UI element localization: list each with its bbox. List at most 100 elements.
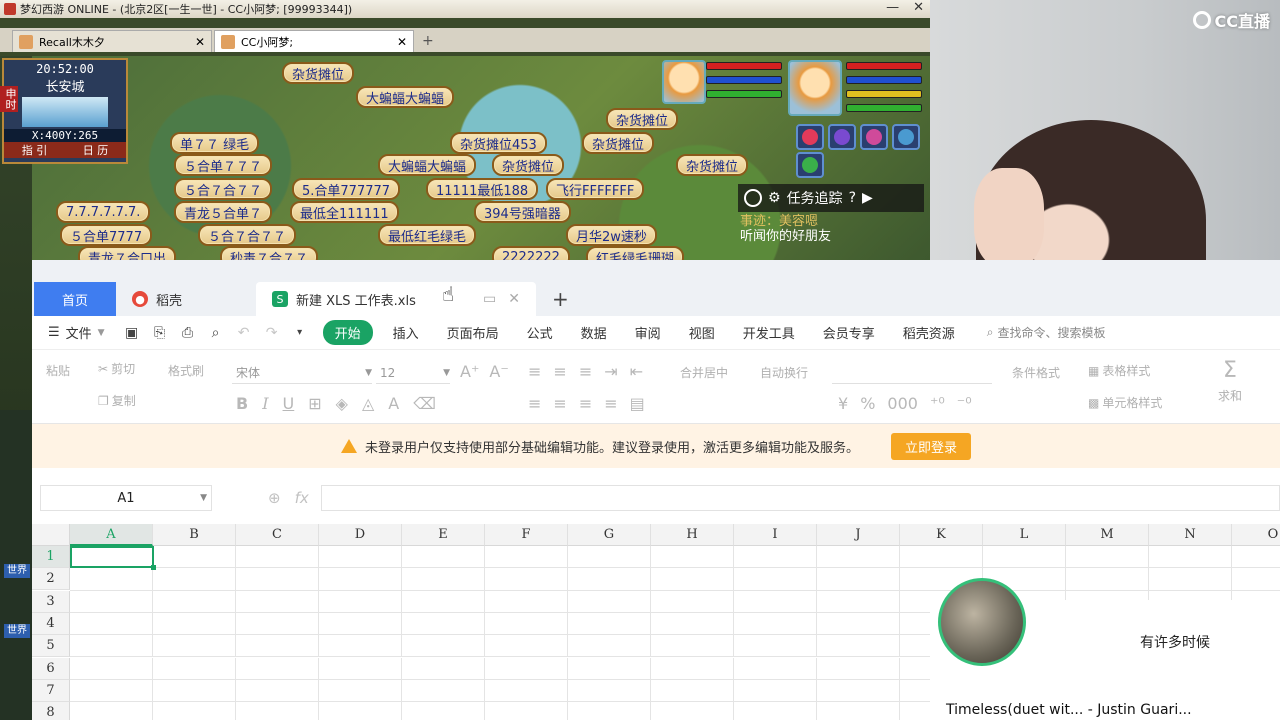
tab-home[interactable]: 首页 xyxy=(34,282,116,316)
stall-sign[interactable]: 青龙５合单７ xyxy=(174,201,273,223)
font-family-select[interactable]: 宋体 ▼ xyxy=(232,362,372,384)
close-icon[interactable]: ✕ xyxy=(913,0,924,15)
tab-insert[interactable]: 插入 xyxy=(379,320,433,345)
sheet-cell[interactable] xyxy=(485,546,568,569)
sheet-cell[interactable] xyxy=(651,568,734,591)
buff-icon[interactable] xyxy=(892,124,920,150)
border-icon[interactable]: ⊞ xyxy=(308,394,321,413)
format-painter-button[interactable]: 格式刷 xyxy=(168,358,204,379)
sheet-cell[interactable] xyxy=(319,635,402,658)
sheet-cell[interactable] xyxy=(817,590,900,613)
sheet-cell[interactable] xyxy=(568,568,651,591)
sheet-cell[interactable] xyxy=(1066,568,1149,591)
column-header[interactable]: O xyxy=(1232,524,1280,546)
sheet-cell[interactable] xyxy=(734,657,817,680)
stall-sign[interactable]: 杂货摊位 xyxy=(492,154,565,176)
sheet-cell[interactable] xyxy=(236,702,319,720)
sheet-cell[interactable] xyxy=(236,590,319,613)
column-header[interactable]: K xyxy=(900,524,983,546)
row-header[interactable]: 1 xyxy=(32,546,70,568)
sheet-cell[interactable] xyxy=(319,590,402,613)
sheet-cell[interactable] xyxy=(734,590,817,613)
sheet-cell[interactable] xyxy=(236,635,319,658)
row-header[interactable]: 2 xyxy=(32,568,70,591)
close-icon[interactable]: ✕ xyxy=(195,35,205,49)
sheet-cell[interactable] xyxy=(817,568,900,591)
align-middle-icon[interactable]: ≡ xyxy=(553,362,566,381)
stall-sign[interactable]: 单７７ 绿毛 xyxy=(170,132,260,154)
tab-member[interactable]: 会员专享 xyxy=(809,320,889,345)
cut-button[interactable]: ✂ 剪切 xyxy=(98,360,135,377)
sheet-cell[interactable] xyxy=(153,590,236,613)
decimal-decrease-icon[interactable]: ⁻⁰ xyxy=(957,394,972,413)
sheet-cell[interactable] xyxy=(817,635,900,658)
stall-sign[interactable]: 5.合单777777 xyxy=(292,178,401,200)
distribute-icon[interactable]: ▤ xyxy=(630,394,645,413)
new-tab-button[interactable]: + xyxy=(416,33,440,52)
quest-tracker[interactable]: ⚙ 任务追踪 ? ▶ xyxy=(738,184,924,212)
sheet-cell[interactable] xyxy=(734,568,817,591)
align-top-icon[interactable]: ≡ xyxy=(528,362,541,381)
stall-sign[interactable]: 大蝙蝠大蝙蝠 xyxy=(356,86,455,108)
sheet-cell[interactable] xyxy=(817,679,900,703)
tab-developer[interactable]: 开发工具 xyxy=(729,320,809,345)
sheet-cell[interactable] xyxy=(1232,568,1280,591)
bold-icon[interactable]: B xyxy=(236,394,248,413)
align-center-icon[interactable]: ≡ xyxy=(553,394,566,413)
pet-portrait[interactable] xyxy=(662,60,706,104)
sheet-cell[interactable] xyxy=(817,657,900,680)
sheet-cell[interactable] xyxy=(568,546,651,569)
tab-page-layout[interactable]: 页面布局 xyxy=(433,320,513,345)
buff-icon[interactable] xyxy=(796,152,824,178)
sheet-cell[interactable] xyxy=(153,657,236,680)
stall-sign[interactable]: 7.7.7.7.7.7. xyxy=(56,201,151,223)
column-header[interactable]: E xyxy=(402,524,485,546)
stall-sign[interactable]: 杂货摊位 xyxy=(676,154,749,176)
close-icon[interactable]: ✕ xyxy=(508,291,520,307)
sheet-cell[interactable] xyxy=(568,612,651,636)
guide-link[interactable]: 指 引 xyxy=(22,142,48,158)
stall-sign[interactable]: ５合单7777 xyxy=(60,224,153,246)
sheet-cell[interactable] xyxy=(817,702,900,720)
outdent-icon[interactable]: ⇤ xyxy=(630,362,643,381)
stall-sign[interactable]: 月华2w速秒 xyxy=(566,224,657,246)
stall-sign[interactable]: 394号强暗器 xyxy=(474,201,571,223)
sheet-cell[interactable] xyxy=(153,568,236,591)
wrap-text-button[interactable]: 自动换行 xyxy=(760,360,808,381)
fill-color-icon[interactable]: ◈ xyxy=(336,394,348,413)
sheet-cell[interactable] xyxy=(236,612,319,636)
sheet-cell[interactable] xyxy=(983,546,1066,569)
sheet-cell[interactable] xyxy=(734,546,817,569)
tab-daoke[interactable]: ● 稻壳 xyxy=(116,282,256,316)
stall-sign[interactable]: 11111最低188 xyxy=(426,178,539,200)
help-icon[interactable]: ? xyxy=(849,190,856,206)
conditional-format-button[interactable]: 条件格式 xyxy=(1012,360,1060,381)
increase-font-icon[interactable]: A⁺ xyxy=(460,362,479,381)
minimize-icon[interactable]: — xyxy=(886,0,899,15)
decimal-increase-icon[interactable]: ⁺⁰ xyxy=(930,394,945,413)
tab-formulas[interactable]: 公式 xyxy=(513,320,567,345)
sheet-cell[interactable] xyxy=(402,657,485,680)
sheet-cell[interactable] xyxy=(568,657,651,680)
sheet-cell[interactable] xyxy=(319,657,402,680)
sheet-cell[interactable] xyxy=(485,679,568,703)
active-cell[interactable] xyxy=(70,546,156,570)
stall-sign[interactable]: 杂货摊位 xyxy=(582,132,655,154)
sheet-cell[interactable] xyxy=(651,635,734,658)
customize-icon[interactable]: ▾ xyxy=(289,322,311,344)
file-menu[interactable]: ☰ 文件 ▼ xyxy=(48,323,105,342)
sheet-cell[interactable] xyxy=(568,635,651,658)
sheet-cell[interactable] xyxy=(402,590,485,613)
justify-icon[interactable]: ≡ xyxy=(604,394,617,413)
tab-data[interactable]: 数据 xyxy=(567,320,621,345)
screen-icon[interactable]: ▭ xyxy=(483,291,496,307)
align-bottom-icon[interactable]: ≡ xyxy=(579,362,592,381)
stall-sign[interactable]: 杂货摊位 xyxy=(606,108,679,130)
sheet-cell[interactable] xyxy=(651,702,734,720)
column-header[interactable]: C xyxy=(236,524,319,546)
sheet-cell[interactable] xyxy=(817,612,900,636)
play-icon[interactable]: ▶ xyxy=(862,190,873,206)
row-header[interactable]: 6 xyxy=(32,657,70,680)
column-header[interactable]: I xyxy=(734,524,817,546)
sheet-cell[interactable] xyxy=(485,612,568,636)
